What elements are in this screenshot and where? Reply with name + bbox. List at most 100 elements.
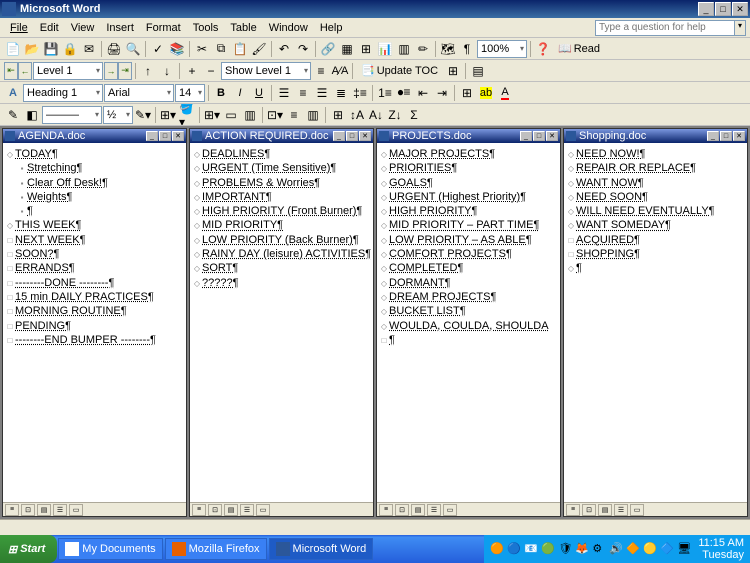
outline-line[interactable]: ◇HIGH PRIORITY¶: [379, 204, 558, 218]
doc-titlebar[interactable]: PROJECTS.doc_□✕: [377, 129, 560, 143]
outline-level-combo[interactable]: Level 1: [33, 62, 103, 80]
doc-map-button[interactable]: 🗺: [439, 40, 457, 58]
show-hide-button[interactable]: ¶: [458, 40, 476, 58]
outline-line[interactable]: ◇MID PRIORITY – PART TIME¶: [379, 218, 558, 232]
master-doc-button[interactable]: ▤: [469, 62, 487, 80]
read-button[interactable]: 📖 Read: [553, 40, 605, 58]
promote-button[interactable]: ←: [18, 62, 32, 80]
outline-line[interactable]: ◇MAJOR PROJECTS¶: [379, 147, 558, 161]
print-view-button[interactable]: ▤: [224, 504, 238, 516]
dist-cols-button[interactable]: ▥: [304, 106, 322, 124]
drawing-button[interactable]: ✏: [414, 40, 432, 58]
reading-view-button[interactable]: ▭: [630, 504, 644, 516]
print-view-button[interactable]: ▤: [598, 504, 612, 516]
taskbar-firefox[interactable]: Mozilla Firefox: [165, 538, 267, 560]
outline-line[interactable]: ◇MID PRIORITY¶: [192, 218, 371, 232]
doc-minimize-button[interactable]: _: [520, 131, 532, 141]
outline-line[interactable]: □ERRANDS¶: [5, 261, 184, 275]
split-cells-button[interactable]: ▥: [241, 106, 259, 124]
outline-line[interactable]: □NEXT WEEK¶: [5, 233, 184, 247]
autosum-button[interactable]: Σ: [405, 106, 423, 124]
dist-rows-button[interactable]: ≡: [285, 106, 303, 124]
paste-button[interactable]: 📋: [231, 40, 249, 58]
tray-icon[interactable]: 🔊: [609, 542, 623, 556]
outline-view-button[interactable]: ☰: [53, 504, 67, 516]
excel-button[interactable]: 📊: [376, 40, 394, 58]
print-view-button[interactable]: ▤: [37, 504, 51, 516]
web-view-button[interactable]: ⊡: [395, 504, 409, 516]
outline-line[interactable]: ▪Weights¶: [17, 190, 184, 204]
sort-asc-button[interactable]: A↓: [367, 106, 385, 124]
doc-body[interactable]: ◇TODAY¶▪Stretching¶▪Clear Off Desk!¶▪Wei…: [3, 143, 186, 502]
doc-close-button[interactable]: ✕: [733, 131, 745, 141]
menu-view[interactable]: View: [65, 20, 101, 36]
outline-line[interactable]: □ACQUIRED¶: [566, 233, 745, 247]
cut-button[interactable]: ✂: [193, 40, 211, 58]
show-first-line-button[interactable]: ≡: [312, 62, 330, 80]
doc-maximize-button[interactable]: □: [533, 131, 545, 141]
outline-line[interactable]: ▪Clear Off Desk!¶: [17, 176, 184, 190]
open-button[interactable]: 📂: [23, 40, 41, 58]
increase-indent-button[interactable]: ⇥: [433, 84, 451, 102]
show-formatting-button[interactable]: A⁄A: [331, 62, 349, 80]
underline-button[interactable]: U: [250, 84, 268, 102]
columns-button[interactable]: ▥: [395, 40, 413, 58]
normal-view-button[interactable]: ≡: [192, 504, 206, 516]
outline-line[interactable]: ◇URGENT (Highest Priority)¶: [379, 190, 558, 204]
outline-line[interactable]: ◇DORMANT¶: [379, 276, 558, 290]
outline-line[interactable]: ◇DEADLINES¶: [192, 147, 371, 161]
web-view-button[interactable]: ⊡: [208, 504, 222, 516]
outline-line[interactable]: ▪Stretching¶: [17, 161, 184, 175]
line-spacing-button[interactable]: ‡≡: [351, 84, 369, 102]
help-search-input[interactable]: [595, 20, 735, 36]
outline-line[interactable]: ◇RAINY DAY (leisure) ACTIVITIES¶: [192, 247, 371, 261]
doc-maximize-button[interactable]: □: [159, 131, 171, 141]
move-down-button[interactable]: ↓: [158, 62, 176, 80]
bullets-button[interactable]: ⦁≡: [395, 84, 413, 102]
demote-body-button[interactable]: ⇥: [118, 62, 132, 80]
promote-heading-button[interactable]: ⇤: [4, 62, 18, 80]
styles-pane-button[interactable]: A: [4, 84, 22, 102]
align-cells-button[interactable]: ⊡▾: [266, 106, 284, 124]
eraser-button[interactable]: ◧: [23, 106, 41, 124]
print-view-button[interactable]: ▤: [411, 504, 425, 516]
menu-table[interactable]: Table: [224, 20, 262, 36]
minimize-button[interactable]: _: [698, 2, 714, 16]
menu-edit[interactable]: Edit: [34, 20, 65, 36]
bold-button[interactable]: B: [212, 84, 230, 102]
outline-line[interactable]: ◇TODAY¶: [5, 147, 184, 161]
align-right-button[interactable]: ☰: [313, 84, 331, 102]
outline-line[interactable]: ◇PRIORITIES¶: [379, 161, 558, 175]
draw-table-button[interactable]: ✎: [4, 106, 22, 124]
justify-button[interactable]: ≣: [332, 84, 350, 102]
outline-line[interactable]: □MORNING ROUTINE¶: [5, 304, 184, 318]
line-weight-combo[interactable]: ½: [103, 106, 133, 124]
doc-titlebar[interactable]: ACTION REQUIRED.doc_□✕: [190, 129, 373, 143]
text-direction-button[interactable]: ↕A: [348, 106, 366, 124]
hyperlink-button[interactable]: 🔗: [319, 40, 337, 58]
zoom-combo[interactable]: 100%: [477, 40, 527, 58]
doc-titlebar[interactable]: Shopping.doc_□✕: [564, 129, 747, 143]
tray-icon[interactable]: 🔷: [660, 542, 674, 556]
outline-line[interactable]: ◇URGENT (Time Sensitive)¶: [192, 161, 371, 175]
outline-line[interactable]: ◇GOALS¶: [379, 176, 558, 190]
outline-line[interactable]: □SHOPPING¶: [566, 247, 745, 261]
permission-button[interactable]: 🔒: [61, 40, 79, 58]
taskbar-my-documents[interactable]: My Documents: [58, 538, 162, 560]
move-up-button[interactable]: ↑: [139, 62, 157, 80]
print-preview-button[interactable]: 🔍: [124, 40, 142, 58]
copy-button[interactable]: ⧉: [212, 40, 230, 58]
outline-line[interactable]: □PENDING¶: [5, 319, 184, 333]
outline-view-button[interactable]: ☰: [427, 504, 441, 516]
outline-line[interactable]: ◇HIGH PRIORITY (Front Burner)¶: [192, 204, 371, 218]
doc-maximize-button[interactable]: □: [720, 131, 732, 141]
outline-line[interactable]: ◇WANT SOMEDAY¶: [566, 218, 745, 232]
normal-view-button[interactable]: ≡: [566, 504, 580, 516]
outline-line[interactable]: ◇BUCKET LIST¶: [379, 304, 558, 318]
numbering-button[interactable]: 1≡: [376, 84, 394, 102]
doc-maximize-button[interactable]: □: [346, 131, 358, 141]
align-left-button[interactable]: ☰: [275, 84, 293, 102]
doc-body[interactable]: ◇NEED NOW!¶◇REPAIR OR REPLACE¶◇WANT NOW¶…: [564, 143, 747, 502]
menu-tools[interactable]: Tools: [187, 20, 225, 36]
merge-cells-button[interactable]: ▭: [222, 106, 240, 124]
